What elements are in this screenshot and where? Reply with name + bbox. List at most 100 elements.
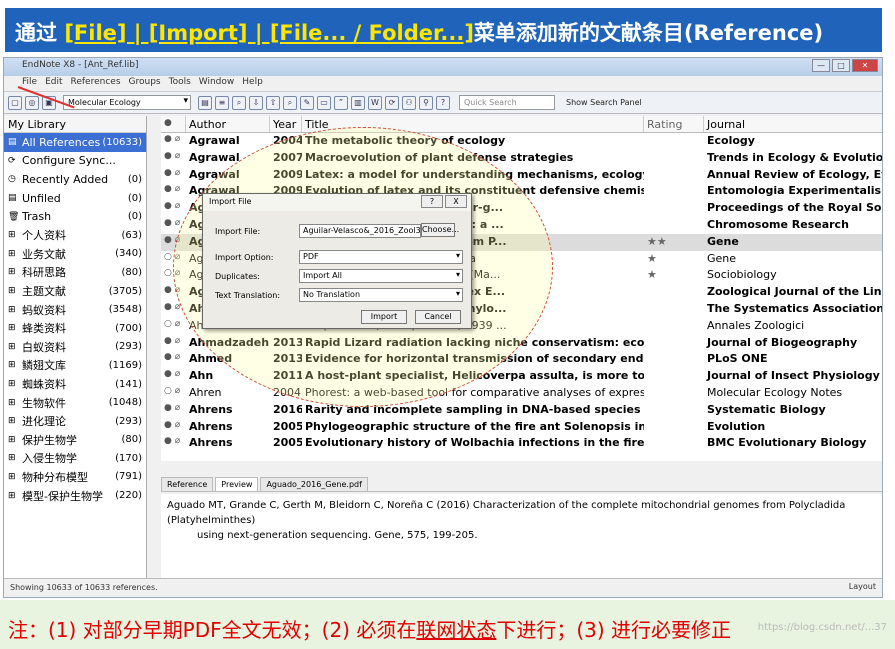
sync-icon[interactable]: ⟳ [385,95,399,110]
text-translation-select[interactable]: No Translation [299,288,463,302]
cell-journal: PLoS ONE [707,352,768,366]
local-library-icon[interactable]: ▢ [8,95,22,110]
col-author[interactable]: Author [186,116,270,132]
sidebar-item[interactable]: ⊞ 入侵生物学 (170) [4,449,146,468]
cell-rating[interactable] [644,200,704,217]
dialog-help-button[interactable]: ? [421,195,443,208]
show-search-panel-button[interactable]: Show Search Panel [566,98,642,107]
cell-rating[interactable] [644,301,704,318]
import-icon[interactable]: ⇩ [249,95,263,110]
menu-tools[interactable]: Tools [169,77,191,90]
table-row[interactable]: ○ ⌀ Ahren 2004 Phorest: a web-based tool fo… [161,385,882,402]
help-icon[interactable]: ? [436,95,450,110]
col-read[interactable]: ● [161,116,186,132]
cell-rating[interactable] [644,419,704,436]
word-icon[interactable]: W [368,95,382,110]
cell-rating[interactable] [644,150,704,167]
online-search-icon[interactable]: ◎ [25,95,39,110]
cell-rating[interactable] [644,318,704,335]
quick-search-input[interactable]: Quick Search [459,95,555,110]
insert-citation-icon[interactable]: ” [334,95,348,110]
cell-rating[interactable]: ★ [644,251,704,268]
tab-preview[interactable]: Preview [215,477,259,491]
share-icon[interactable]: ⚇ [402,95,416,110]
sidebar-item[interactable]: ⊞ 科研思路 (80) [4,263,146,282]
cell-rating[interactable] [644,435,704,452]
sidebar-item[interactable]: ⊞ 进化理论 (293) [4,412,146,431]
sidebar-item[interactable]: 🗑 Trash (0) [4,207,146,226]
table-row[interactable]: ● ⌀ Agrawal 2009 Latex: a model for underst… [161,167,882,184]
sidebar-item[interactable]: ⟳ Configure Sync... [4,152,146,171]
table-row[interactable]: ● ⌀ Ahrens 2005 Evolutionary history of Wol… [161,435,882,452]
choose-button[interactable]: Choose... [421,223,459,237]
sidebar-item[interactable]: ⊞ 蜂类资料 (700) [4,319,146,338]
sidebar-item[interactable]: ▤ Unfiled (0) [4,189,146,208]
tab-pdf[interactable]: Aguado_2016_Gene.pdf [260,477,368,491]
layout-button[interactable]: Layout [849,582,876,591]
find-full-text-icon[interactable]: ⌕ [283,95,297,110]
menu-window[interactable]: Window [199,77,235,90]
sidebar-item[interactable]: ▤ All References (10633) [4,133,146,152]
sidebar-item[interactable]: ◷ Recently Added (0) [4,170,146,189]
cell-rating[interactable] [644,368,704,385]
sidebar-item[interactable]: ⊞ 生物软件 (1048) [4,393,146,412]
sidebar-item[interactable]: ⊞ 业务文献 (340) [4,245,146,264]
import-button[interactable]: Import [361,310,407,324]
sidebar-item[interactable]: ⊞ 蜘蛛资料 (141) [4,375,146,394]
edit-icon[interactable]: ✎ [300,95,314,110]
maximize-button[interactable]: □ [832,59,850,72]
group-select[interactable]: Molecular Ecology [63,95,191,110]
cell-rating[interactable] [644,284,704,301]
sidebar-item[interactable]: ⊞ 蚂蚁资料 (3548) [4,300,146,319]
col-journal[interactable]: Journal [704,116,882,132]
import-option-select[interactable]: PDF [299,250,463,264]
duplicates-select[interactable]: Import All [299,269,463,283]
sidebar-item[interactable]: ⊞ 白蚁资料 (293) [4,338,146,357]
menu-help[interactable]: Help [242,77,263,90]
dialog-close-button[interactable]: X [445,195,467,208]
format-bibliography-icon[interactable]: ▥ [351,95,365,110]
table-row[interactable]: ● ⌀ Ahn 2011 A host-plant specialist, Helic… [161,368,882,385]
cell-rating[interactable] [644,335,704,352]
tab-reference[interactable]: Reference [161,477,214,491]
cell-rating[interactable] [644,183,704,200]
menu-edit[interactable]: Edit [45,77,62,90]
sidebar-item[interactable]: ⊞ 模型-保护生物学 (220) [4,486,146,505]
cell-rating[interactable] [644,133,704,150]
col-rating[interactable]: Rating [644,116,704,132]
copy-formatted-icon[interactable]: ▤ [198,95,212,110]
cancel-button[interactable]: Cancel [415,310,461,324]
minimize-button[interactable]: — [812,59,830,72]
sidebar-item[interactable]: ⊞ 主题文献 (3705) [4,282,146,301]
cell-rating[interactable]: ★ [644,267,704,284]
sidebar-item[interactable]: ⊞ 保护生物学 (80) [4,431,146,450]
read-status-icon: ● ⌀ [164,217,181,228]
sidebar-item[interactable]: ⊞ 鳞翅文库 (1169) [4,356,146,375]
table-row[interactable]: ● ⌀ Ahmed 2013 Evidence for horizontal tran… [161,351,882,368]
col-year[interactable]: Year [270,116,302,132]
col-title[interactable]: Title [302,116,644,132]
table-row[interactable]: ● ⌀ Ahmadzadeh 2013 Rapid Lizard radiation … [161,335,882,352]
import-file-field[interactable]: Aguilar-Velasco&_2016_Zool3LinnSoc. [299,224,421,238]
export-up-icon[interactable]: ⇧ [266,95,280,110]
cell-rating[interactable] [644,351,704,368]
table-row[interactable]: ● ⌀ Agrawal 2004 The metabolic theory of ec… [161,133,882,150]
cell-rating[interactable] [644,217,704,234]
folder-icon[interactable]: ▭ [317,95,331,110]
cell-rating[interactable] [644,402,704,419]
cell-rating[interactable] [644,385,704,402]
export-icon[interactable]: ≡ [215,95,229,110]
cell-rating[interactable]: ★★ [644,234,704,251]
table-row[interactable]: ● ⌀ Ahrens 2016 Rarity and incomplete sampl… [161,402,882,419]
cell-rating[interactable] [644,167,704,184]
table-row[interactable]: ● ⌀ Agrawal 2007 Macroevolution of plant de… [161,150,882,167]
close-button[interactable]: ✕ [852,59,878,72]
dialog-title-bar: Import File ? X [203,194,471,211]
attach-icon[interactable]: ⚲ [419,95,433,110]
menu-groups[interactable]: Groups [129,77,161,90]
sidebar-item[interactable]: ⊞ 物种分布模型 (791) [4,468,146,487]
menu-references[interactable]: References [71,77,121,90]
search-online-icon[interactable]: ⌕ [232,95,246,110]
table-row[interactable]: ● ⌀ Ahrens 2005 Phylogeographic structure o… [161,419,882,436]
sidebar-item[interactable]: ⊞ 个人资料 (63) [4,226,146,245]
